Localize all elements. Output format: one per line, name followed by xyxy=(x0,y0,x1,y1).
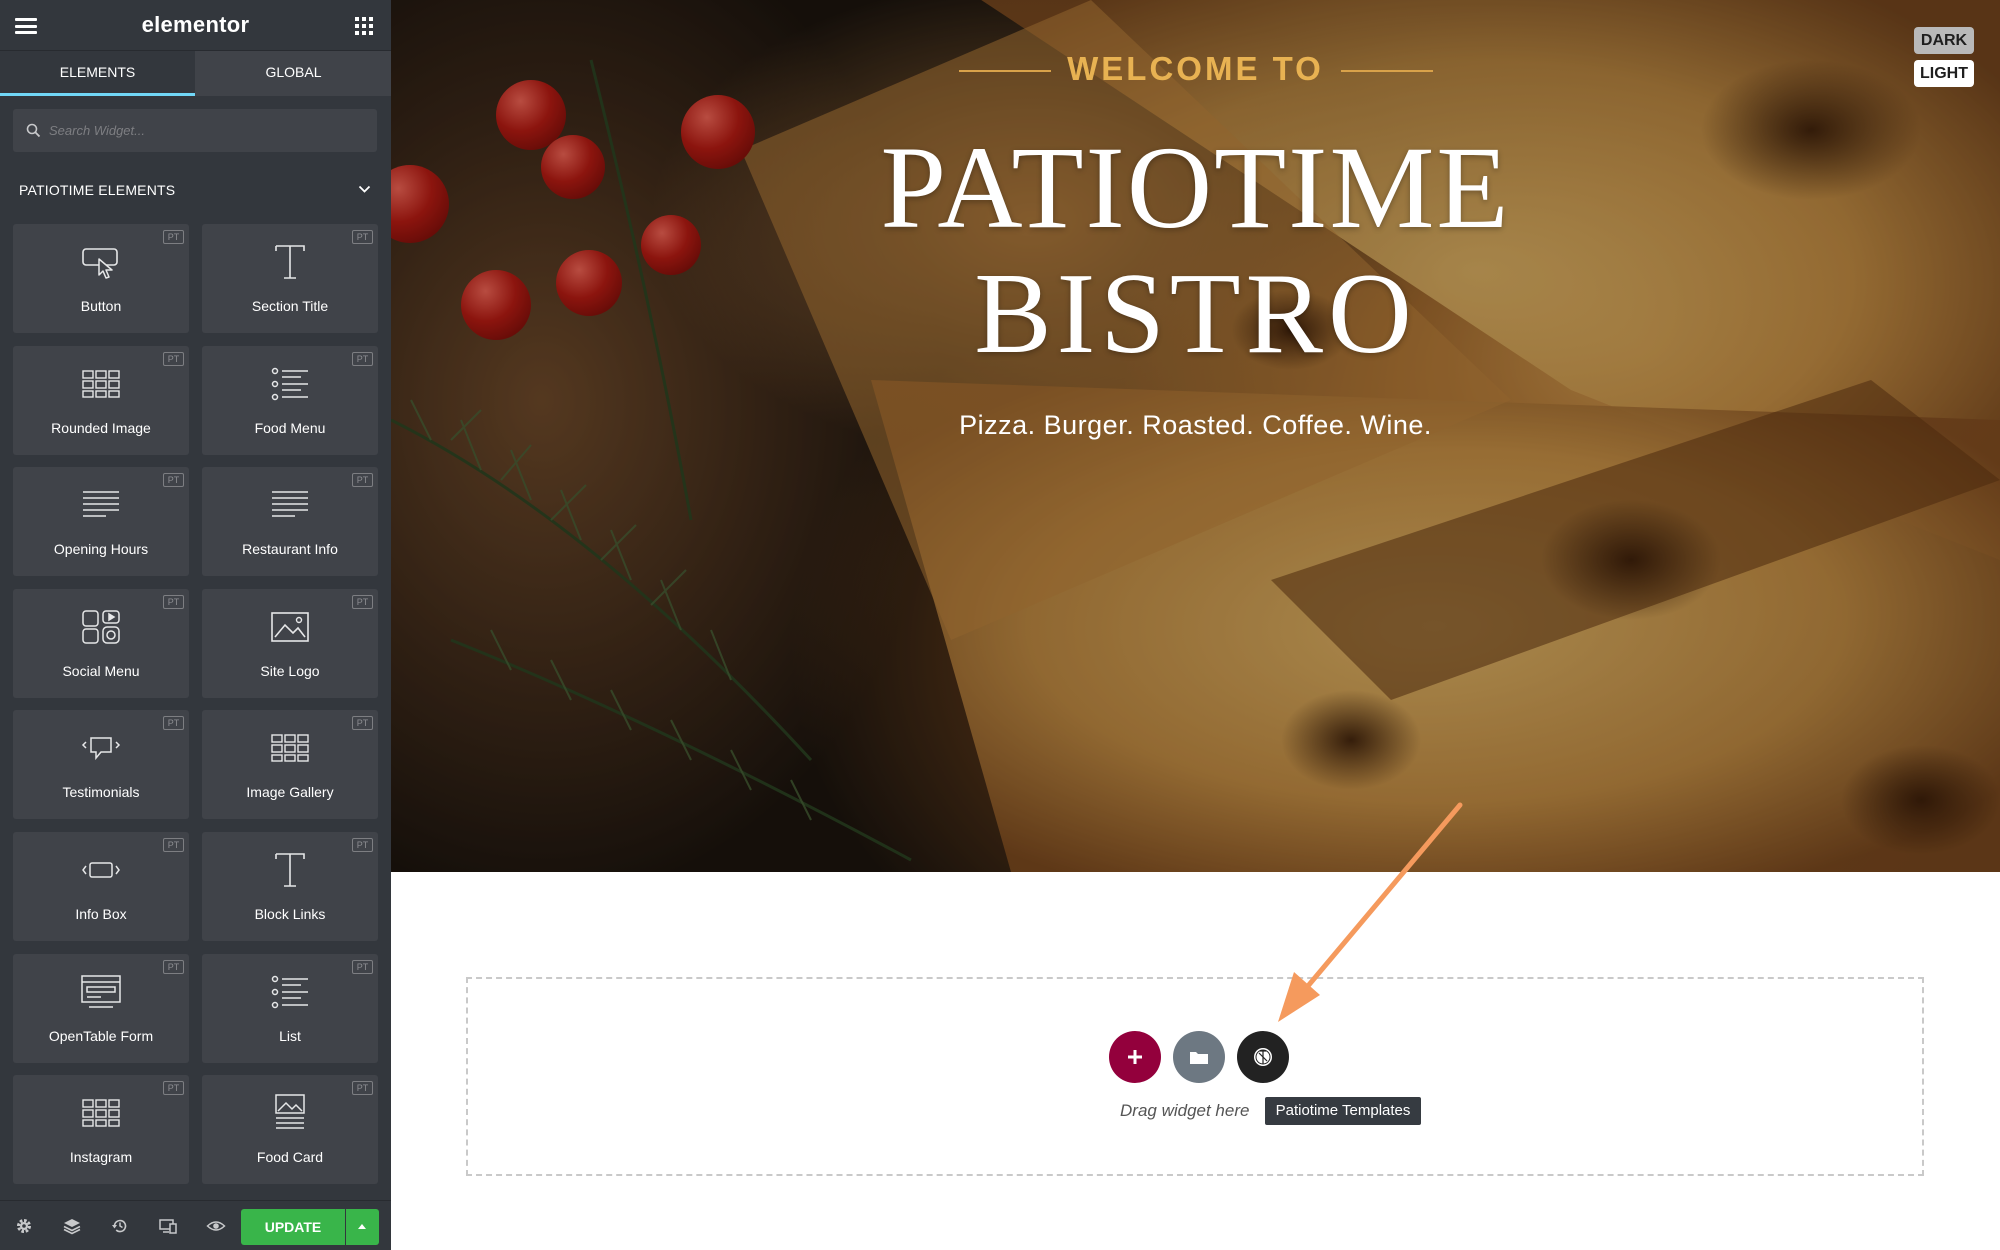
tab-global[interactable]: GLOBAL xyxy=(196,51,391,96)
search-box xyxy=(13,109,377,152)
widget-label: OpenTable Form xyxy=(48,1027,154,1044)
plus-icon xyxy=(1128,1050,1142,1064)
widget-label: Image Gallery xyxy=(246,784,334,801)
hero-title-line2: BISTRO xyxy=(974,250,1417,378)
widget-food-card[interactable]: PT Food Card xyxy=(202,1075,378,1185)
update-button[interactable]: UPDATE xyxy=(241,1209,345,1245)
widget-label: Opening Hours xyxy=(53,541,149,558)
widget-testimonials[interactable]: PT Testimonials xyxy=(13,710,189,820)
image-icon xyxy=(202,607,378,647)
preview-eye-icon[interactable] xyxy=(206,1216,226,1236)
image-grid-icon xyxy=(202,728,378,768)
widget-label: Section Title xyxy=(251,298,329,314)
widget-section-title[interactable]: PT Section Title xyxy=(202,224,378,333)
category-title: PATIOTIME ELEMENTS xyxy=(19,182,176,198)
widget-label: Site Logo xyxy=(260,662,320,679)
widget-info-box[interactable]: PT Info Box xyxy=(13,832,189,941)
list-icon xyxy=(202,972,378,1012)
category-patiotime-elements[interactable]: PATIOTIME ELEMENTS xyxy=(0,170,391,210)
widget-button[interactable]: PT Button xyxy=(13,224,189,333)
box-arrows-icon xyxy=(13,850,189,890)
search-widget-input[interactable] xyxy=(49,109,369,152)
widget-rounded-image[interactable]: PT Rounded Image xyxy=(13,345,189,455)
widget-image-gallery[interactable]: PT Image Gallery xyxy=(202,710,378,820)
widget-label: Rounded Image xyxy=(51,419,151,436)
patiotime-templates-tooltip: Patiotime Templates xyxy=(1265,1097,1421,1125)
widget-label: Food Menu xyxy=(254,419,326,436)
widget-label: Block Links xyxy=(254,906,326,922)
chevron-down-icon xyxy=(358,185,371,193)
update-options-button[interactable] xyxy=(346,1209,379,1245)
panel-footer: UPDATE xyxy=(0,1200,391,1250)
widget-label: Button xyxy=(80,298,122,314)
hero-section[interactable]: WELCOME TO PATIOTIME BISTRO Pizza. Burge… xyxy=(391,0,2000,872)
annotation-arrow xyxy=(1278,802,1463,1022)
list-icon xyxy=(202,364,378,404)
widget-label: Restaurant Info xyxy=(242,541,338,558)
widget-restaurant-info[interactable]: PT Restaurant Info xyxy=(202,467,378,577)
widget-list[interactable]: PT List xyxy=(202,953,378,1063)
folder-icon xyxy=(1190,1052,1208,1064)
form-icon xyxy=(13,972,189,1012)
widget-opening-hours[interactable]: PT Opening Hours xyxy=(13,467,189,577)
elementor-panel: elementor ELEMENTS GLOBAL PATIOTIME ELEM… xyxy=(0,0,391,1250)
light-mode-toggle[interactable]: LIGHT xyxy=(1914,60,1974,87)
widget-label: Testimonials xyxy=(62,784,140,801)
layers-icon[interactable] xyxy=(62,1216,82,1236)
widget-food-menu[interactable]: PT Food Menu xyxy=(202,345,378,455)
settings-gear-icon[interactable] xyxy=(14,1216,34,1236)
social-icons-icon xyxy=(13,607,189,647)
drag-widget-hint: Drag widget here xyxy=(1120,1101,1250,1120)
widget-social-menu[interactable]: PT Social Menu xyxy=(13,588,189,698)
caret-up-icon xyxy=(358,1224,366,1229)
text-lines-icon xyxy=(202,485,378,525)
text-t-icon xyxy=(202,242,378,282)
search-icon xyxy=(26,123,41,138)
responsive-mode-icon[interactable] xyxy=(158,1216,178,1236)
widget-opentable-form[interactable]: PT OpenTable Form xyxy=(13,953,189,1063)
add-section-button[interactable] xyxy=(1109,1031,1161,1083)
hero-tagline: Pizza. Burger. Roasted. Coffee. Wine. xyxy=(959,410,1432,440)
cursor-click-icon xyxy=(13,242,189,282)
widget-label: Instagram xyxy=(69,1149,133,1166)
dark-mode-toggle[interactable]: DARK xyxy=(1914,27,1974,54)
widget-block-links[interactable]: PT Block Links xyxy=(202,832,378,941)
patiotime-logo-icon xyxy=(1254,1048,1272,1066)
elementor-logo: elementor xyxy=(141,12,250,37)
text-t-icon xyxy=(202,850,378,890)
text-lines-icon xyxy=(13,485,189,525)
history-icon[interactable] xyxy=(110,1216,130,1236)
widget-label: Social Menu xyxy=(62,662,140,679)
add-template-button[interactable] xyxy=(1173,1031,1225,1083)
apps-grid-icon[interactable] xyxy=(355,17,373,35)
widget-label: Info Box xyxy=(75,906,127,922)
chat-bubble-icon xyxy=(13,728,189,768)
panel-header: elementor xyxy=(0,0,391,51)
widget-label: Food Card xyxy=(256,1149,324,1166)
panel-tabs: ELEMENTS GLOBAL xyxy=(0,51,391,96)
welcome-heading: WELCOME TO xyxy=(1067,50,1324,87)
image-grid-icon xyxy=(13,1093,189,1133)
widget-label: List xyxy=(279,1027,301,1044)
widget-instagram[interactable]: PT Instagram xyxy=(13,1075,189,1185)
card-icon xyxy=(202,1093,378,1133)
image-grid-icon xyxy=(13,364,189,404)
widget-site-logo[interactable]: PT Site Logo xyxy=(202,588,378,698)
tab-elements[interactable]: ELEMENTS xyxy=(0,51,195,96)
hero-title-line1: PATIOTIME xyxy=(880,122,1511,253)
patiotime-templates-button[interactable] xyxy=(1237,1031,1289,1083)
